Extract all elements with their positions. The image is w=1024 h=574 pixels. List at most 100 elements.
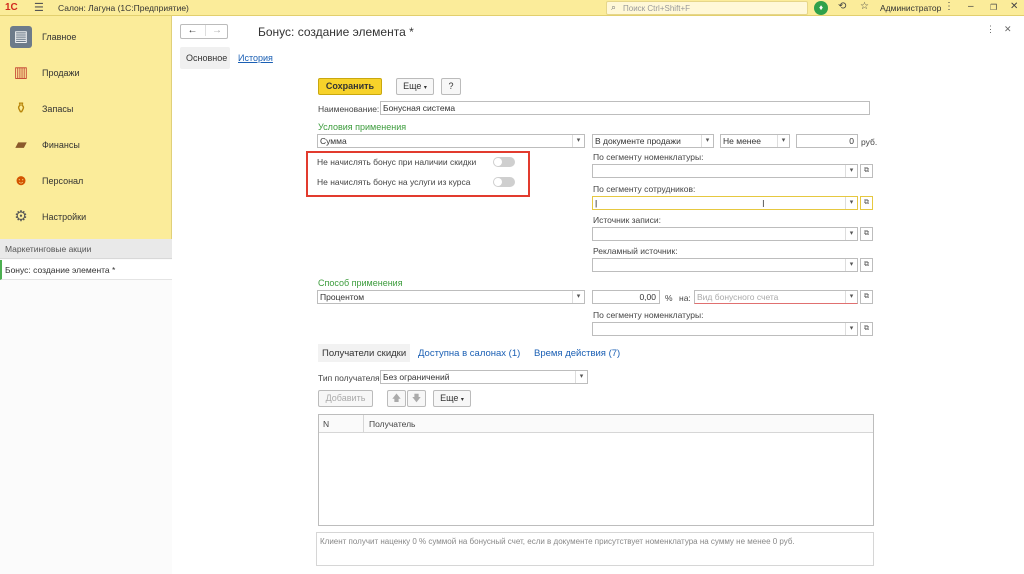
history-icon[interactable]: ⟲ <box>838 1 846 12</box>
main-menu-icon[interactable]: ☰ <box>34 1 44 14</box>
method-type-select[interactable]: Процентом ▾ <box>317 290 585 304</box>
current-user[interactable]: Администратор <box>880 3 941 13</box>
chevron-down-icon[interactable]: ▾ <box>845 197 857 209</box>
favorites-star-icon[interactable]: ☆ <box>860 1 869 12</box>
open-icon[interactable]: ⧉ <box>860 227 873 241</box>
tab-salons[interactable]: Доступна в салонах (1) <box>418 348 520 359</box>
sidebar-item-label: Персонал <box>42 176 84 186</box>
form-menu-icon[interactable]: ⋮ <box>986 24 995 35</box>
tab-history[interactable]: История <box>238 53 273 63</box>
help-button[interactable]: ? <box>441 78 461 95</box>
column-n[interactable]: N <box>323 419 329 429</box>
segment-nomenclature2-input[interactable]: ▾ <box>592 322 858 336</box>
open-icon[interactable]: ⧉ <box>860 164 873 178</box>
open-window-item[interactable]: Бонус: создание элемента * <box>0 260 172 280</box>
chevron-down-icon[interactable]: ▾ <box>777 135 789 147</box>
notifications-icon[interactable]: ♦ <box>814 1 828 15</box>
recipients-more-button[interactable]: Еще ▾ <box>433 390 471 407</box>
chevron-down-icon[interactable]: ▾ <box>845 323 857 335</box>
ad-source-input[interactable]: ▾ <box>592 258 858 272</box>
add-recipient-button[interactable]: Добавить <box>318 390 373 407</box>
search-icon: ⌕ <box>611 2 617 12</box>
conditions-header: Условия применения <box>318 122 407 132</box>
name-label: Наименование: <box>318 104 380 114</box>
recipient-type-label: Тип получателя: <box>318 373 383 383</box>
forward-arrow-icon[interactable]: → <box>205 25 228 36</box>
method-value-input[interactable]: 0,00 <box>592 290 660 304</box>
bottle-icon: ⚱ <box>14 100 28 117</box>
condition-type-select[interactable]: Сумма ▾ <box>317 134 585 148</box>
open-windows-header[interactable]: Маркетинговые акции <box>0 239 172 259</box>
chevron-down-icon[interactable]: ▾ <box>575 371 587 383</box>
chevron-down-icon[interactable]: ▾ <box>572 291 584 303</box>
segment-nomenclature-input[interactable]: ▾ <box>592 164 858 178</box>
segment-employees-label: По сегменту сотрудников: <box>593 184 696 194</box>
chevron-down-icon[interactable]: ▾ <box>845 259 857 271</box>
form-close-icon[interactable]: ✕ <box>1004 24 1012 35</box>
recipients-table[interactable]: N Получатель <box>318 414 874 526</box>
minimize-icon[interactable]: – <box>968 1 974 12</box>
sidebar-item-settings[interactable]: ⚙ Настройки <box>0 199 172 235</box>
page-title: Бонус: создание элемента * <box>258 25 414 39</box>
name-input[interactable]: Бонусная система <box>380 101 870 115</box>
back-arrow-icon[interactable]: ← <box>181 25 204 36</box>
people-icon: ☻ <box>13 172 29 189</box>
ad-source-label: Рекламный источник: <box>593 246 678 256</box>
global-search-input[interactable]: ⌕ Поиск Ctrl+Shift+F <box>606 1 808 15</box>
segment-employees-input[interactable]: | ▾ <box>592 196 858 210</box>
sidebar: ▤ Главное ▥ Продажи ⚱ Запасы ▰ Финансы ☻… <box>0 16 172 574</box>
chevron-down-icon[interactable]: ▾ <box>572 135 584 147</box>
open-icon[interactable]: ⧉ <box>860 322 873 336</box>
restore-icon[interactable]: ❐ <box>990 3 997 12</box>
to-label: на: <box>679 293 691 303</box>
top-bar: 1С ☰ Салон: Лагуна (1С:Предприятие) ⌕ По… <box>0 0 1024 16</box>
condition-compare-select[interactable]: Не менее ▾ <box>720 134 790 148</box>
open-icon[interactable]: ⧉ <box>860 290 873 304</box>
bonus-account-input[interactable]: Вид бонусного счета ▾ <box>694 290 858 304</box>
source-input[interactable]: ▾ <box>592 227 858 241</box>
toggle-no-bonus-discount[interactable] <box>493 157 515 167</box>
more-button[interactable]: Еще ▾ <box>396 78 434 95</box>
condition-amount-input[interactable]: 0 <box>796 134 858 148</box>
toggle-no-bonus-course-label: Не начислять бонус на услуги из курса <box>317 177 471 187</box>
tab-recipients[interactable]: Получатели скидки <box>318 344 410 362</box>
sidebar-item-stock[interactable]: ⚱ Запасы <box>0 91 172 127</box>
settings-icon[interactable]: ⋮ <box>944 1 954 12</box>
gear-icon: ⚙ <box>14 208 28 225</box>
chart-icon: ▥ <box>13 64 29 81</box>
method-header: Способ применения <box>318 278 403 288</box>
save-button[interactable]: Сохранить <box>318 78 382 95</box>
open-icon[interactable]: ⧉ <box>860 258 873 272</box>
move-down-button[interactable]: 🡇 <box>407 390 426 407</box>
chevron-down-icon: ▾ <box>423 85 427 91</box>
recipient-type-select[interactable]: Без ограничений ▾ <box>380 370 588 384</box>
text-caret: | <box>595 198 598 208</box>
sidebar-item-label: Финансы <box>42 140 80 150</box>
sidebar-item-finance[interactable]: ▰ Финансы <box>0 127 172 163</box>
currency-label: руб. <box>861 137 878 147</box>
sidebar-item-main[interactable]: ▤ Главное <box>0 19 172 55</box>
app-logo: 1С <box>5 2 18 13</box>
chevron-down-icon[interactable]: ▾ <box>845 228 857 240</box>
search-placeholder: Поиск Ctrl+Shift+F <box>623 4 691 13</box>
tab-main[interactable]: Основное <box>180 47 230 69</box>
close-window-icon[interactable]: ✕ <box>1010 1 1018 12</box>
tab-period[interactable]: Время действия (7) <box>534 348 620 359</box>
move-up-button[interactable]: 🡅 <box>387 390 406 407</box>
info-text-box: Клиент получит наценку 0 % суммой на бон… <box>316 532 874 566</box>
source-label: Источник записи: <box>593 215 661 225</box>
column-recipient[interactable]: Получатель <box>369 419 415 429</box>
chevron-down-icon[interactable]: ▾ <box>845 165 857 177</box>
condition-doc-select[interactable]: В документе продажи ▾ <box>592 134 714 148</box>
segment-nomenclature2-label: По сегменту номенклатуры: <box>593 310 704 320</box>
chevron-down-icon[interactable]: ▾ <box>701 135 713 147</box>
sidebar-item-staff[interactable]: ☻ Персонал <box>0 163 172 199</box>
app-title: Салон: Лагуна (1С:Предприятие) <box>58 3 189 13</box>
chevron-down-icon[interactable]: ▾ <box>845 291 857 303</box>
toggle-no-bonus-course[interactable] <box>493 177 515 187</box>
segment-nomenclature-label: По сегменту номенклатуры: <box>593 152 704 162</box>
open-icon[interactable]: ⧉ <box>860 196 873 210</box>
percent-sign: % <box>665 293 673 303</box>
sidebar-item-sales[interactable]: ▥ Продажи <box>0 55 172 91</box>
open-windows-panel: Маркетинговые акции Бонус: создание элем… <box>0 239 172 574</box>
